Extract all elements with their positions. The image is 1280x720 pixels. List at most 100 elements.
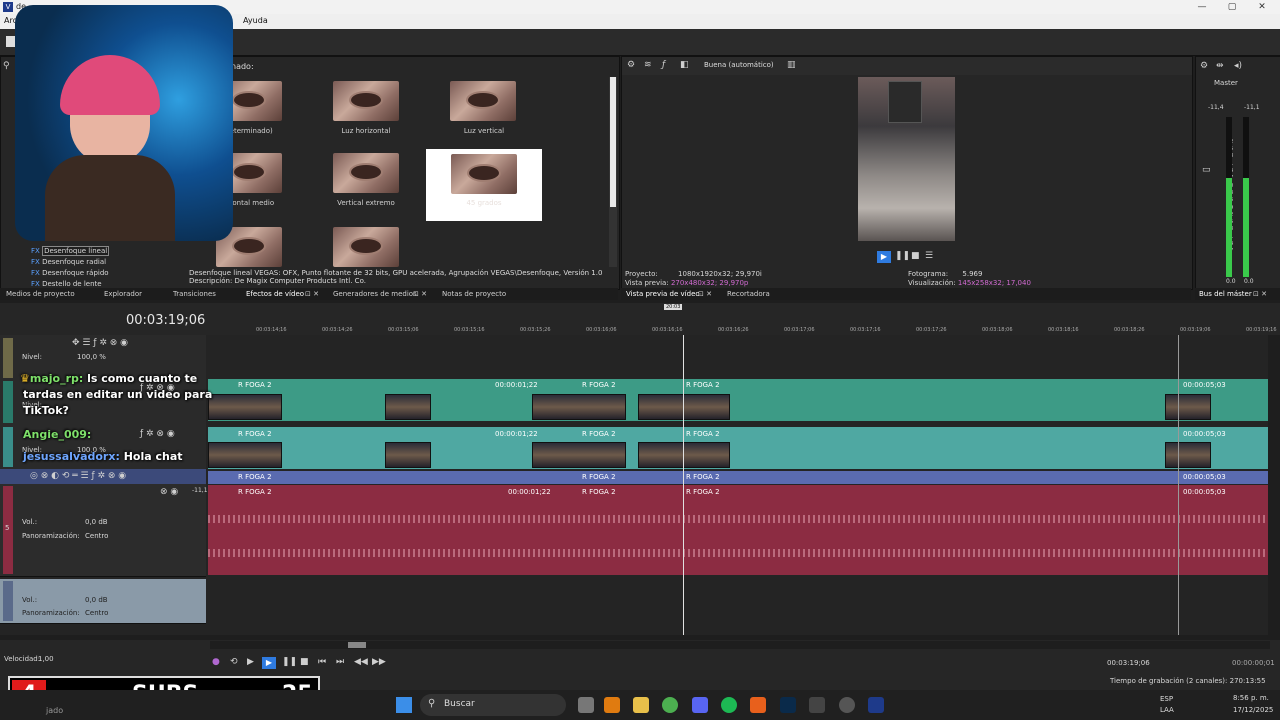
play-from-start-icon[interactable]: ▶ — [247, 657, 254, 667]
close-button[interactable]: ✕ — [1250, 0, 1274, 14]
fx-preset-grid: determinado) Luz horizontal Luz vertical… — [189, 77, 609, 267]
timeline-timecode: 00:03:19;06 — [126, 313, 206, 328]
fx-description: Desenfoque lineal VEGAS: OFX, Punto flot… — [189, 269, 609, 289]
tree-item-desenfoque-lineal[interactable]: Desenfoque lineal — [42, 246, 110, 256]
preset-thumb-vertical-extremo[interactable] — [333, 153, 399, 193]
track-controls-icon[interactable]: ◎ ⊗ ◐ ⟲ ═ ☰ ƒ ✲ ⊗ ◉ — [30, 471, 126, 481]
language-indicator-2[interactable]: LAA — [1160, 706, 1174, 714]
go-to-start-icon[interactable]: ⏮ — [318, 657, 326, 667]
track-header-5: 5 Vol.: 0,0 dB Panoramización: Centro -1… — [0, 484, 208, 577]
playhead[interactable] — [683, 335, 684, 635]
horizontal-scrollbar[interactable] — [210, 641, 1270, 649]
clip-frame — [1165, 394, 1211, 420]
video-track-2-clips[interactable]: R FOGA 2 00:00:01;22 R FOGA 2 R FOGA 2 0… — [208, 427, 1268, 469]
photoshop-icon[interactable] — [780, 697, 796, 713]
grid-icon[interactable]: ▥ — [787, 60, 796, 70]
tab-notas-de-proyecto[interactable]: Notas de proyecto — [442, 290, 506, 298]
windows-start-icon[interactable] — [396, 697, 412, 713]
speed-label: Velocidad: — [4, 655, 41, 663]
clip-duration: 00:00:05;03 — [1183, 430, 1226, 438]
close-icon[interactable]: ⊡ ✕ — [413, 290, 427, 298]
clip-label: R FOGA 2 — [582, 473, 616, 481]
video-track-1-clips[interactable]: R FOGA 2 00:00:01;22 R FOGA 2 R FOGA 2 0… — [208, 379, 1268, 421]
tab-generadores-de-medios[interactable]: Generadores de medios — [333, 290, 417, 298]
gear-icon[interactable]: ⚙ — [627, 60, 635, 70]
app-icon[interactable] — [750, 697, 766, 713]
gear-icon[interactable]: ⚙ — [1200, 61, 1208, 71]
track-color-strip — [3, 338, 13, 378]
blue-band-track[interactable]: R FOGA 2 R FOGA 2 R FOGA 2 00:00:05;03 — [208, 471, 1268, 484]
close-icon[interactable]: ⊡ ✕ — [698, 290, 712, 298]
minimize-button[interactable]: — — [1190, 0, 1214, 14]
search-icon[interactable]: ⚲ — [3, 61, 10, 71]
folder-icon[interactable] — [633, 697, 649, 713]
tab-explorador[interactable]: Explorador — [104, 290, 142, 298]
audio-peak: -11,1 — [192, 487, 208, 494]
clip-frame — [638, 442, 730, 468]
track-color-strip — [3, 427, 13, 467]
vlc-icon[interactable] — [604, 697, 620, 713]
track-controls-icon[interactable]: ⊗ ◉ — [160, 487, 178, 497]
fx-badge-icon: FX — [31, 280, 40, 288]
mixer-icon[interactable]: ⇹ — [1216, 61, 1224, 71]
clock-time[interactable]: 8:56 p. m. — [1233, 694, 1269, 702]
stop-icon[interactable]: ■ — [300, 657, 309, 667]
fader-handle[interactable]: ▭ — [1202, 165, 1211, 175]
track-controls-icon[interactable]: ✥ ☰ ƒ ✲ ⊗ ◉ — [72, 338, 128, 348]
tab-bus-del-master[interactable]: Bus del máster — [1199, 290, 1252, 298]
chrome-icon[interactable] — [662, 697, 678, 713]
maximize-button[interactable]: ▢ — [1220, 0, 1244, 14]
tree-item-desenfoque-radial[interactable]: Desenfoque radial — [42, 258, 106, 266]
tab-transiciones[interactable]: Transiciones — [173, 290, 216, 298]
fx-badge-icon: FX — [31, 258, 40, 266]
close-icon[interactable]: ⊡ ✕ — [1253, 290, 1267, 298]
discord-icon[interactable] — [692, 697, 708, 713]
vegas-taskbar-icon[interactable] — [868, 697, 884, 713]
close-icon[interactable]: ⊡ ✕ — [305, 290, 319, 298]
pause-icon[interactable]: ❚❚ — [282, 657, 297, 667]
audio-track-clips[interactable]: R FOGA 2 00:00:01;22 R FOGA 2 R FOGA 2 0… — [208, 485, 1268, 575]
play-icon[interactable]: ▶ — [877, 251, 891, 263]
eye-image — [234, 165, 264, 179]
preset-thumb-8[interactable] — [333, 227, 399, 267]
spotify-icon[interactable] — [721, 697, 737, 713]
timeline-marker[interactable]: 20:03 — [664, 304, 683, 310]
tree-item-destello-de-lente[interactable]: Destello de lente — [42, 280, 102, 288]
clip-label: R FOGA 2 — [582, 430, 616, 438]
preset-selected-frame[interactable]: 45 grados — [426, 149, 542, 221]
taskbar-search[interactable]: ⚲ Buscar — [420, 694, 566, 716]
task-view-icon[interactable] — [578, 697, 594, 713]
tab-recortadora[interactable]: Recortadora — [727, 290, 770, 298]
timeline-ruler[interactable]: 00:03:14;16 00:03:14;26 00:03:15;06 00:03:1… — [208, 323, 1277, 335]
preset-thumb-luz-horizontal[interactable] — [333, 81, 399, 121]
pause-icon[interactable]: ❚❚ — [895, 251, 910, 261]
speaker-icon[interactable]: ◂) — [1234, 61, 1242, 71]
menu-ayuda[interactable]: Ayuda — [243, 16, 268, 25]
play-icon[interactable]: ▶ — [262, 657, 276, 669]
loop-icon[interactable]: ⟲ — [230, 657, 238, 667]
tab-efectos-de-video[interactable]: Efectos de vídeo — [246, 290, 304, 298]
track-header-6: Vol.: 0,0 dB Panoramización: Centro — [0, 579, 206, 624]
go-to-end-icon[interactable]: ⏭ — [336, 657, 344, 667]
tree-item-desenfoque-rapido[interactable]: Desenfoque rápido — [42, 269, 109, 277]
tab-vista-previa[interactable]: Vista previa de vídeo — [626, 290, 700, 298]
preview-quality-select[interactable]: Buena (automático) — [704, 61, 774, 69]
fx-scrollbar[interactable] — [609, 77, 617, 267]
stop-icon[interactable]: ■ — [911, 251, 920, 261]
prev-frame-icon[interactable]: ◀◀ — [354, 657, 368, 667]
split-screen-icon[interactable]: ◧ — [680, 60, 689, 70]
record-icon[interactable]: ● — [212, 657, 220, 667]
level-value: 100,0 % — [77, 353, 106, 361]
preset-thumb-luz-vertical[interactable] — [450, 81, 516, 121]
eye-image — [234, 93, 264, 107]
new-file-icon[interactable] — [6, 36, 15, 47]
language-indicator[interactable]: ESP — [1160, 695, 1173, 703]
next-frame-icon[interactable]: ▶▶ — [372, 657, 386, 667]
record-app-icon[interactable] — [839, 697, 855, 713]
tab-medios-de-proyecto[interactable]: Medios de proyecto — [6, 290, 75, 298]
fx-icon[interactable]: ≋ — [644, 60, 652, 70]
video-fx-icon[interactable]: ƒ — [662, 60, 665, 70]
menu-icon[interactable]: ☰ — [925, 251, 933, 261]
clock-date[interactable]: 17/12/2025 — [1233, 706, 1273, 714]
obs-icon[interactable] — [809, 697, 825, 713]
